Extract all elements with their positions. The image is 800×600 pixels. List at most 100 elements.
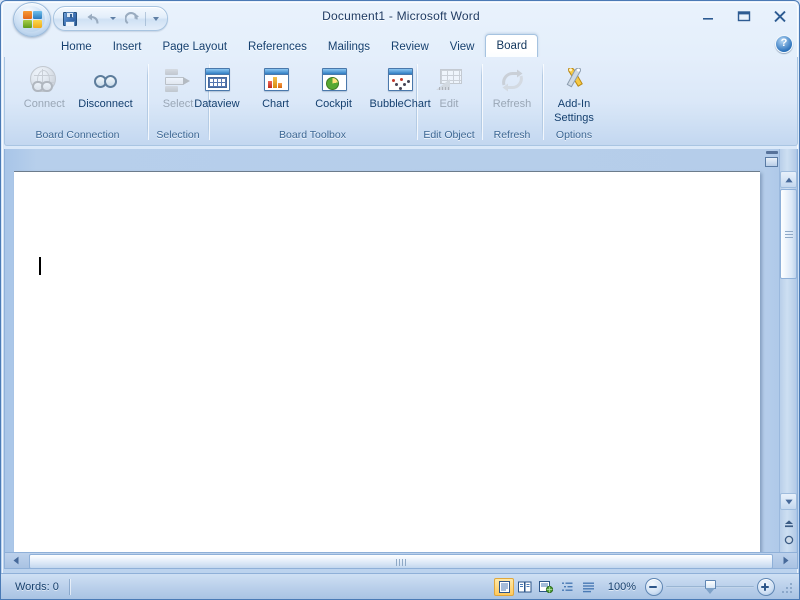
select-browse-object-button[interactable] [782,532,795,548]
web-layout-icon [539,580,553,593]
ribbon-group-edit-object: Edit Edit Object [418,59,480,143]
zoom-slider[interactable] [666,579,754,595]
group-label-refresh: Refresh [493,129,531,141]
ribbon-group-board-connection: Connect Disconnect Board Connection [9,59,146,143]
print-layout-icon [498,580,510,593]
broken-link-icon [89,65,121,97]
chevron-right-icon [783,556,789,565]
add-in-settings-label-line2: Settings [554,111,594,124]
vertical-scroll-thumb[interactable] [780,189,797,279]
cockpit-button[interactable]: Cockpit [307,62,361,112]
chevron-left-icon [13,556,19,565]
close-button[interactable] [767,7,793,25]
zoom-level-label[interactable]: 100% [605,581,639,593]
tab-view[interactable]: View [440,36,485,58]
word-application-window: Document1 - Microsoft Word Home Insert P… [0,0,800,600]
scroll-up-button[interactable] [780,171,797,188]
group-label-board-connection: Board Connection [35,129,120,141]
draft-icon [582,582,594,592]
help-icon: ? [775,35,793,53]
resize-grip-icon[interactable] [781,580,795,594]
view-button-full-screen-reading[interactable] [515,578,535,596]
view-button-web-layout[interactable] [536,578,556,596]
refresh-arrows-icon [496,65,528,97]
group-separator [147,64,148,140]
ribbon: Connect Disconnect Board Connection Sele… [4,57,798,146]
refresh-svg [502,69,523,92]
tab-references[interactable]: References [238,36,317,58]
tab-insert[interactable]: Insert [103,36,152,58]
restore-button[interactable] [731,7,757,25]
document-page[interactable] [14,171,760,558]
dataview-label: Dataview [194,98,240,110]
help-button[interactable]: ? [775,35,793,53]
cockpit-label: Cockpit [315,98,352,110]
bar-chart-icon [260,65,292,97]
close-icon [774,10,786,22]
dataview-button[interactable]: Dataview [189,62,244,112]
disconnect-button[interactable]: Disconnect [73,62,137,112]
horizontal-scroll-thumb[interactable] [29,554,773,569]
outline-icon [561,582,572,591]
minimize-icon [702,18,713,20]
chevron-up-icon [784,177,793,182]
chevron-down-icon [784,499,793,504]
connect-label: Connect [23,98,65,110]
group-label-selection: Selection [156,129,200,141]
wrench-tools-icon [558,65,590,97]
status-bar-right: 100% [493,577,799,597]
pie-chart-icon [318,65,350,97]
title-bar: Document1 - Microsoft Word [1,1,799,37]
status-bar: Words: 0 100% [1,573,799,599]
horizontal-scrollbar[interactable] [4,552,798,569]
zoom-slider-handle[interactable] [705,579,716,594]
view-button-draft[interactable] [578,578,598,596]
document-canvas[interactable] [4,149,798,566]
wrench-tools-svg [566,68,583,88]
scroll-thumb-grip [785,231,793,238]
edit-label: Edit [439,98,459,110]
view-button-outline[interactable] [557,578,577,596]
window-controls [695,7,793,25]
refresh-button[interactable]: Refresh [485,62,539,112]
connect-button[interactable]: Connect [17,62,71,112]
zoom-out-button[interactable] [645,577,663,596]
vertical-scrollbar[interactable] [765,149,797,566]
chart-button[interactable]: Chart [249,62,303,112]
zoom-controls [645,577,775,596]
scroll-thumb-grip [396,559,406,566]
group-label-edit-object: Edit Object [423,129,475,141]
tab-board[interactable]: Board [485,34,539,58]
view-buttons [493,577,599,597]
scroll-right-button[interactable] [778,553,794,568]
word-count-label[interactable]: Words: 0 [15,581,69,593]
view-button-print-layout[interactable] [494,577,514,596]
group-label-board-toolbox: Board Toolbox [279,129,346,141]
tab-mailings[interactable]: Mailings [318,36,380,58]
double-chevron-up-icon [784,519,793,527]
ribbon-tab-strip: Home Insert Page Layout References Maili… [1,33,799,58]
ribbon-tabs: Home Insert Page Layout References Maili… [51,33,539,58]
scroll-down-button[interactable] [780,493,797,510]
scroll-left-button[interactable] [8,553,24,568]
group-separator [481,64,482,140]
split-window-handle[interactable] [765,151,780,167]
refresh-label: Refresh [492,98,532,110]
zoom-in-button[interactable] [757,577,775,596]
status-separator [68,578,70,595]
ribbon-group-refresh: Refresh Refresh [483,59,541,143]
tab-page-layout[interactable]: Page Layout [152,36,237,58]
minimize-button[interactable] [695,7,721,25]
globe-link-icon [28,65,60,97]
ribbon-group-options: Add-In Settings Options [544,59,604,143]
previous-page-button[interactable] [782,516,795,532]
window-frame: Document1 - Microsoft Word Home Insert P… [0,0,800,600]
add-in-settings-button[interactable]: Add-In Settings [547,62,601,125]
edit-button[interactable]: Edit [422,62,476,112]
window-title: Document1 - Microsoft Word [322,9,480,23]
edit-table-icon [433,65,465,97]
full-screen-reading-icon [518,581,532,592]
tab-home[interactable]: Home [51,36,102,58]
chart-label: Chart [262,98,289,110]
tab-review[interactable]: Review [381,36,439,58]
